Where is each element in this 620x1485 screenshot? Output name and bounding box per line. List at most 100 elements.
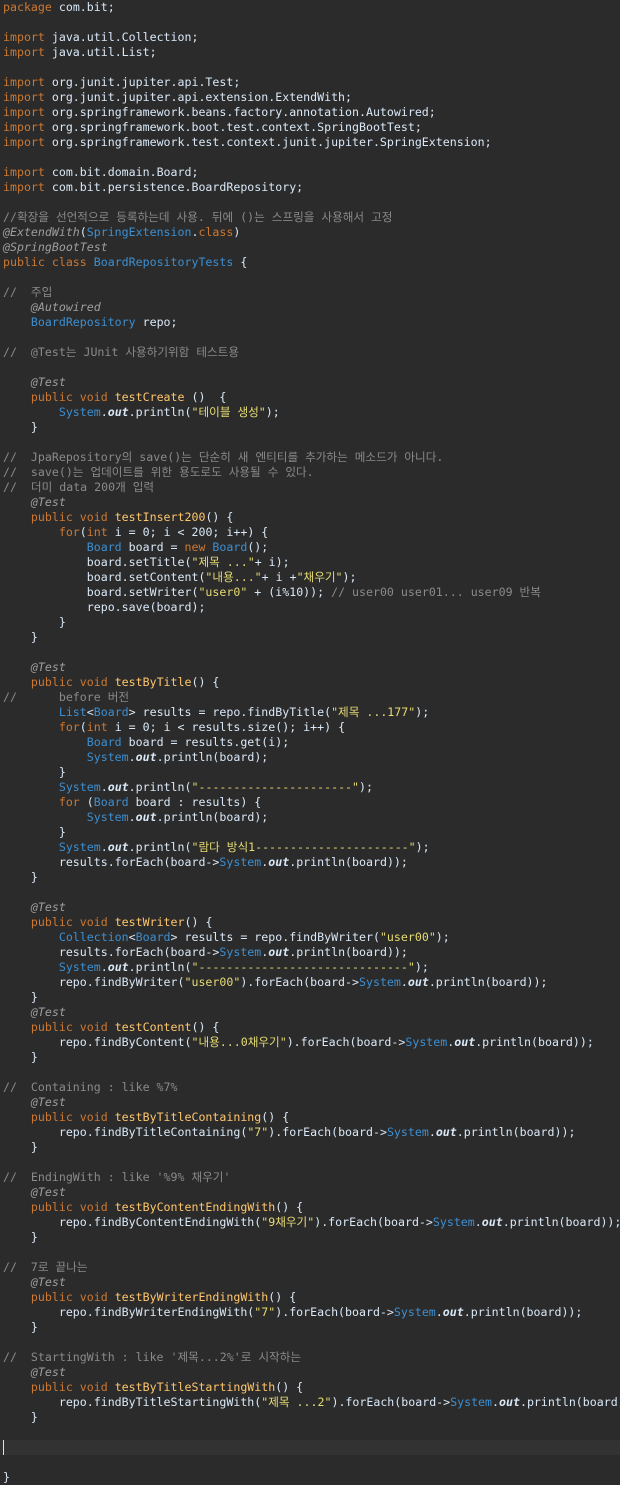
code-line[interactable]: import org.springframework.test.context.… bbox=[3, 135, 620, 150]
code-line[interactable]: public void testByContentEndingWith() { bbox=[3, 1200, 620, 1215]
code-line[interactable]: // StartingWith : like '제목...2%'로 시작하는 bbox=[3, 1350, 620, 1365]
code-line[interactable] bbox=[3, 360, 620, 375]
code-line[interactable]: @Test bbox=[3, 900, 620, 915]
code-line[interactable]: repo.findByWriter("user00").forEach(boar… bbox=[3, 975, 620, 990]
code-line[interactable]: } bbox=[3, 420, 620, 435]
code-line[interactable]: } bbox=[3, 870, 620, 885]
code-line[interactable]: import java.util.List; bbox=[3, 45, 620, 60]
code-line[interactable]: } bbox=[3, 1470, 620, 1485]
code-line[interactable]: System.out.println("--------------------… bbox=[3, 960, 620, 975]
code-line[interactable]: } bbox=[3, 1140, 620, 1155]
code-line[interactable]: @Test bbox=[3, 1095, 620, 1110]
code-line[interactable]: @Test bbox=[3, 1185, 620, 1200]
code-line[interactable]: // 주입 bbox=[3, 285, 620, 300]
code-line[interactable] bbox=[3, 1455, 620, 1470]
code-line[interactable]: System.out.println(board); bbox=[3, 810, 620, 825]
code-line[interactable]: // save()는 업데이트를 위한 용도로도 사용될 수 있다. bbox=[3, 465, 620, 480]
code-line[interactable]: public void testInsert200() { bbox=[3, 510, 620, 525]
code-line[interactable]: System.out.println("--------------------… bbox=[3, 780, 620, 795]
code-line[interactable]: } bbox=[3, 1410, 620, 1425]
code-line[interactable]: results.forEach(board->System.out.printl… bbox=[3, 855, 620, 870]
code-line[interactable] bbox=[3, 1155, 620, 1170]
code-line[interactable] bbox=[3, 1245, 620, 1260]
code-line[interactable]: List<Board> results = repo.findByTitle("… bbox=[3, 705, 620, 720]
code-line[interactable]: } bbox=[3, 615, 620, 630]
code-line[interactable]: @Test bbox=[3, 1005, 620, 1020]
code-line[interactable]: import java.util.Collection; bbox=[3, 30, 620, 45]
code-line[interactable]: System.out.println("람다 방식1--------------… bbox=[3, 840, 620, 855]
code-editor[interactable]: package com.bit; import java.util.Collect… bbox=[0, 0, 620, 1485]
code-line[interactable]: for(int i = 0; i < 200; i++) { bbox=[3, 525, 620, 540]
code-line[interactable] bbox=[3, 1065, 620, 1080]
code-line[interactable]: //확장을 선언적으로 등록하는데 사용. 뒤에 ()는 스프링을 사용해서 고… bbox=[3, 210, 620, 225]
code-line[interactable]: public void testByWriterEndingWith() { bbox=[3, 1290, 620, 1305]
code-line[interactable]: board.setContent("내용..."+ i +"채우기"); bbox=[3, 570, 620, 585]
code-line[interactable]: @Autowired bbox=[3, 300, 620, 315]
code-line[interactable]: import org.junit.jupiter.api.Test; bbox=[3, 75, 620, 90]
code-line[interactable]: // Containing : like %7% bbox=[3, 1080, 620, 1095]
code-line[interactable]: @Test bbox=[3, 660, 620, 675]
code-line[interactable] bbox=[3, 1335, 620, 1350]
code-line[interactable] bbox=[3, 15, 620, 30]
code-line[interactable]: import org.springframework.boot.test.con… bbox=[3, 120, 620, 135]
code-line[interactable]: @ExtendWith(SpringExtension.class) bbox=[3, 225, 620, 240]
code-line[interactable]: repo.findByContent("내용...0채우기").forEach(… bbox=[3, 1035, 620, 1050]
code-line[interactable]: @Test bbox=[3, 495, 620, 510]
code-line[interactable]: package com.bit; bbox=[3, 0, 620, 15]
code-line[interactable]: public void testWriter() { bbox=[3, 915, 620, 930]
code-line[interactable]: } bbox=[3, 990, 620, 1005]
code-line[interactable]: public void testByTitleStartingWith() { bbox=[3, 1380, 620, 1395]
code-line[interactable]: BoardRepository repo; bbox=[3, 315, 620, 330]
code-line[interactable]: import com.bit.persistence.BoardReposito… bbox=[3, 180, 620, 195]
code-line[interactable]: import org.springframework.beans.factory… bbox=[3, 105, 620, 120]
code-line[interactable]: board.setWriter("user0" + (i%10)); // us… bbox=[3, 585, 620, 600]
code-line[interactable]: public void testByTitle() { bbox=[3, 675, 620, 690]
code-line[interactable]: public void testContent() { bbox=[3, 1020, 620, 1035]
code-line[interactable]: @SpringBootTest bbox=[3, 240, 620, 255]
code-line[interactable]: import org.junit.jupiter.api.extension.E… bbox=[3, 90, 620, 105]
code-line[interactable] bbox=[3, 1425, 620, 1440]
code-line[interactable]: } bbox=[3, 825, 620, 840]
code-line[interactable]: for(int i = 0; i < results.size(); i++) … bbox=[3, 720, 620, 735]
code-line[interactable]: repo.findByContentEndingWith("9채우기").for… bbox=[3, 1215, 620, 1230]
code-line[interactable]: board.setTitle("제목 ..."+ i); bbox=[3, 555, 620, 570]
code-line[interactable] bbox=[3, 150, 620, 165]
code-line[interactable] bbox=[3, 435, 620, 450]
code-line[interactable]: System.out.println(board); bbox=[3, 750, 620, 765]
code-line[interactable]: // 7로 끝나는 bbox=[3, 1260, 620, 1275]
code-line[interactable] bbox=[3, 645, 620, 660]
code-line[interactable]: Board board = new Board(); bbox=[3, 540, 620, 555]
code-line[interactable] bbox=[3, 885, 620, 900]
code-line[interactable]: // @Test는 JUnit 사용하기위함 테스트용 bbox=[3, 345, 620, 360]
code-line[interactable]: // JpaRepository의 save()는 단순히 새 엔티티를 추가하… bbox=[3, 450, 620, 465]
code-line[interactable]: repo.save(board); bbox=[3, 600, 620, 615]
code-line[interactable]: @Test bbox=[3, 1365, 620, 1380]
code-line[interactable]: repo.findByWriterEndingWith("7").forEach… bbox=[3, 1305, 620, 1320]
code-line[interactable]: import com.bit.domain.Board; bbox=[3, 165, 620, 180]
code-line[interactable] bbox=[3, 270, 620, 285]
code-line[interactable]: } bbox=[3, 630, 620, 645]
code-line[interactable]: repo.findByTitleStartingWith("제목 ...2").… bbox=[3, 1395, 620, 1410]
code-line[interactable] bbox=[3, 60, 620, 75]
code-line[interactable]: System.out.println("테이블 생성"); bbox=[3, 405, 620, 420]
code-line[interactable]: for (Board board : results) { bbox=[3, 795, 620, 810]
code-line[interactable]: public void testByTitleContaining() { bbox=[3, 1110, 620, 1125]
code-line[interactable]: // 더미 data 200개 입력 bbox=[3, 480, 620, 495]
code-line[interactable]: public class BoardRepositoryTests { bbox=[3, 255, 620, 270]
code-line[interactable]: Board board = results.get(i); bbox=[3, 735, 620, 750]
code-line[interactable]: Collection<Board> results = repo.findByW… bbox=[3, 930, 620, 945]
code-line-current[interactable] bbox=[0, 1440, 620, 1455]
code-line[interactable]: @Test bbox=[3, 1275, 620, 1290]
code-line[interactable]: @Test bbox=[3, 375, 620, 390]
code-line[interactable]: } bbox=[3, 1230, 620, 1245]
code-line[interactable]: // EndingWith : like '%9% 채우기' bbox=[3, 1170, 620, 1185]
code-line[interactable]: repo.findByTitleContaining("7").forEach(… bbox=[3, 1125, 620, 1140]
code-line[interactable]: } bbox=[3, 1320, 620, 1335]
code-line[interactable] bbox=[3, 195, 620, 210]
code-line[interactable]: results.forEach(board->System.out.printl… bbox=[3, 945, 620, 960]
code-line[interactable]: } bbox=[3, 1050, 620, 1065]
code-line[interactable] bbox=[3, 330, 620, 345]
code-line[interactable]: // before 버전 bbox=[3, 690, 620, 705]
code-line[interactable]: public void testCreate () { bbox=[3, 390, 620, 405]
code-line[interactable]: } bbox=[3, 765, 620, 780]
